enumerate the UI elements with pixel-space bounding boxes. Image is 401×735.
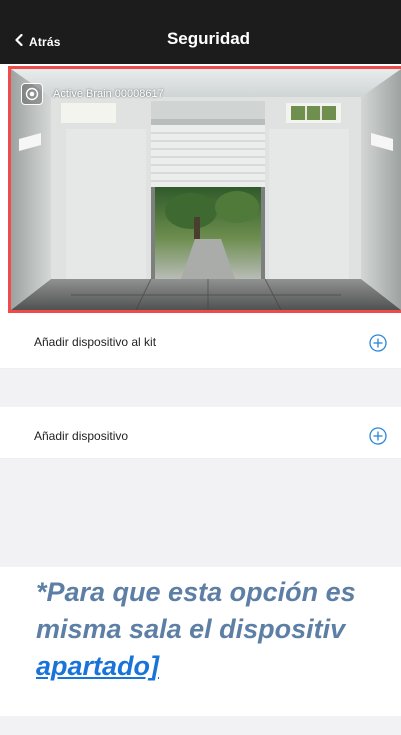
note-link[interactable]: apartado] (36, 651, 159, 681)
bottom-divider (0, 716, 401, 735)
note-line-1: *Para que esta opción es (36, 577, 356, 607)
add-device-to-kit-row[interactable]: Añadir dispositivo al kit (0, 319, 401, 369)
plus-circle-icon[interactable] (369, 427, 387, 445)
empty-section (0, 459, 401, 567)
top-bar: Atrás Seguridad (0, 0, 401, 64)
note-line-2: misma sala el dispositiv (36, 614, 346, 644)
plus-circle-icon[interactable] (369, 334, 387, 352)
info-note: *Para que esta opción es misma sala el d… (36, 574, 401, 685)
device-name: Active Brain 00008617 (53, 88, 164, 100)
section-divider (0, 369, 401, 407)
camera-label: Active Brain 00008617 (21, 83, 164, 105)
add-device-to-kit-label: Añadir dispositivo al kit (34, 335, 157, 349)
page-title: Seguridad (166, 29, 251, 48)
camera-icon[interactable] (21, 83, 43, 105)
camera-image (11, 69, 401, 310)
camera-feed[interactable]: Active Brain 00008617 (8, 66, 401, 313)
add-device-row[interactable]: Añadir dispositivo (0, 407, 401, 459)
add-device-label: Añadir dispositivo (34, 429, 129, 443)
